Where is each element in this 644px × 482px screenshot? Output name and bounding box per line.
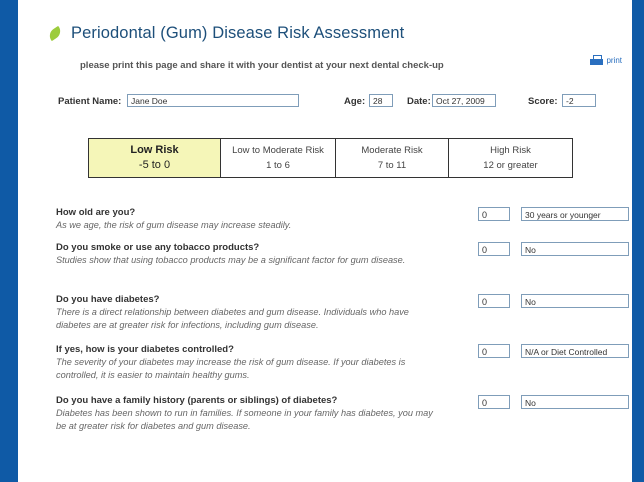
print-link[interactable]: print	[590, 55, 622, 65]
risk-range: 1 to 6	[266, 160, 290, 171]
patient-info-row: Patient Name: Jane Doe Age: 28 Date: Oct…	[18, 94, 632, 110]
question-description: Diabetes has been shown to run in famili…	[56, 408, 433, 431]
question-text: Do you smoke or use any tobacco products…	[56, 242, 260, 253]
leaf-icon	[46, 25, 64, 41]
question-score-input[interactable]: 0	[478, 344, 510, 358]
age-label: Age:	[344, 96, 366, 107]
question-answer-select[interactable]: No	[521, 395, 629, 409]
question-item: Do you have a family history (parents or…	[56, 395, 629, 433]
question-answer-select[interactable]: No	[521, 242, 629, 256]
patient-name-input[interactable]: Jane Doe	[127, 94, 299, 107]
total-score-input[interactable]: -2	[562, 94, 596, 107]
question-text: Do you have a family history (parents or…	[56, 395, 338, 406]
question-score-input[interactable]: 0	[478, 294, 510, 308]
risk-range: -5 to 0	[138, 159, 171, 171]
question-score-input[interactable]: 0	[478, 395, 510, 409]
risk-cell-low-moderate: Low to Moderate Risk 1 to 6	[221, 139, 336, 177]
question-description: There is a direct relationship between d…	[56, 307, 409, 330]
risk-label: Low Risk	[130, 144, 179, 156]
risk-cell-low: Low Risk -5 to 0	[89, 139, 221, 177]
age-input[interactable]: 28	[369, 94, 393, 107]
question-text: If yes, how is your diabetes controlled?	[56, 344, 234, 355]
question-item: How old are you? As we age, the risk of …	[56, 207, 629, 232]
risk-range: 7 to 11	[377, 160, 407, 171]
risk-label: Low to Moderate Risk	[232, 145, 324, 156]
date-label: Date:	[407, 96, 431, 107]
question-answer-select[interactable]: N/A or Diet Controlled	[521, 344, 629, 358]
risk-scale-table: Low Risk -5 to 0 Low to Moderate Risk 1 …	[88, 138, 573, 178]
question-item: If yes, how is your diabetes controlled?…	[56, 344, 629, 382]
question-description: The severity of your diabetes may increa…	[56, 357, 406, 380]
print-label: print	[606, 55, 622, 65]
printer-icon	[590, 55, 604, 65]
question-item: Do you have diabetes? There is a direct …	[56, 294, 629, 332]
score-label: Score:	[528, 96, 558, 107]
risk-cell-moderate: Moderate Risk 7 to 11	[336, 139, 449, 177]
risk-label: High Risk	[490, 145, 531, 156]
question-score-input[interactable]: 0	[478, 242, 510, 256]
question-description: As we age, the risk of gum disease may i…	[56, 220, 292, 230]
question-text: Do you have diabetes?	[56, 294, 160, 305]
header: Periodontal (Gum) Disease Risk Assessmen…	[46, 22, 405, 44]
question-answer-select[interactable]: 30 years or younger	[521, 207, 629, 221]
patient-name-label: Patient Name:	[58, 96, 122, 107]
risk-label: Moderate Risk	[361, 145, 423, 156]
question-score-input[interactable]: 0	[478, 207, 510, 221]
question-item: Do you smoke or use any tobacco products…	[56, 242, 629, 267]
question-answer-select[interactable]: No	[521, 294, 629, 308]
date-input[interactable]: Oct 27, 2009	[432, 94, 496, 107]
print-instructions: please print this page and share it with…	[80, 60, 444, 71]
page-title: Periodontal (Gum) Disease Risk Assessmen…	[71, 23, 405, 42]
question-description: Studies show that using tobacco products…	[56, 255, 406, 265]
risk-range: 12 or greater	[483, 160, 538, 171]
risk-cell-high: High Risk 12 or greater	[449, 139, 572, 177]
assessment-page: Periodontal (Gum) Disease Risk Assessmen…	[18, 0, 632, 482]
question-text: How old are you?	[56, 207, 136, 218]
